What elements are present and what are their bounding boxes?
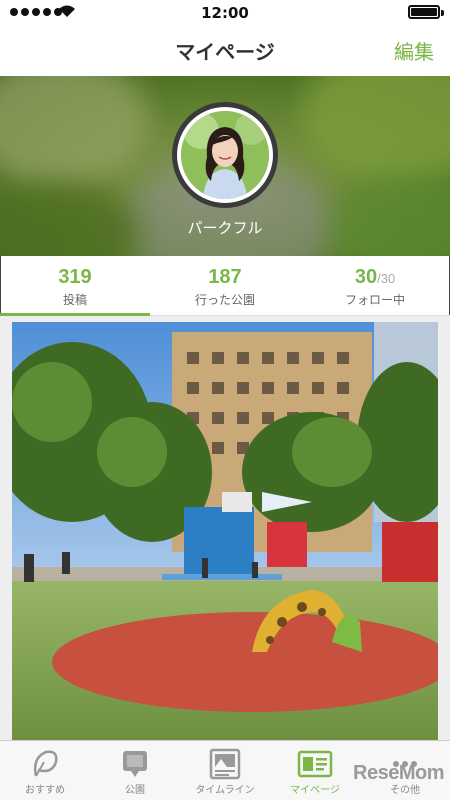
stat-label: 行った公園: [194, 293, 255, 307]
speech-bubble-icon: [123, 751, 147, 777]
stats-bar: 319 投稿 187 行った公園 30/30 フォロー中: [0, 256, 450, 316]
status-time: 12:00: [201, 4, 249, 22]
nav-bar: マイページ 編集: [0, 24, 450, 76]
tab-label: タイムライン: [195, 785, 255, 796]
stat-following[interactable]: 30/30 フォロー中: [300, 256, 450, 315]
avatar[interactable]: [172, 102, 278, 208]
edit-button[interactable]: 編集: [394, 36, 434, 65]
stat-value: 187: [208, 266, 242, 288]
stat-suffix: /30: [377, 271, 396, 286]
profile-header: パークフル: [0, 76, 450, 256]
post-photo[interactable]: [12, 322, 438, 740]
tab-mypage[interactable]: マイページ: [270, 741, 360, 800]
page-title: マイページ: [175, 40, 275, 64]
watermark-text: ReseMom: [353, 762, 444, 784]
stat-posts[interactable]: 319 投稿: [0, 256, 150, 316]
profile-card-icon: [297, 750, 333, 778]
post-feed: [0, 316, 450, 740]
tab-label: おすすめ: [25, 785, 65, 796]
stat-label: 投稿: [62, 293, 87, 307]
avatar-photo: [181, 111, 269, 199]
tab-recommend[interactable]: おすすめ: [0, 741, 90, 800]
watermark: ReseMom: [353, 762, 444, 785]
photo-icon: [209, 748, 241, 780]
stat-value: 30: [354, 266, 378, 288]
status-bar: 12:00: [0, 0, 450, 24]
tab-label: マイページ: [290, 785, 340, 796]
leaf-icon: [33, 750, 58, 777]
username: パークフル: [187, 219, 263, 237]
battery-icon: [408, 5, 440, 19]
stat-visited-parks[interactable]: 187 行った公園: [150, 256, 300, 315]
tab-parks[interactable]: 公園: [90, 741, 180, 800]
tab-label: 公園: [125, 785, 145, 796]
stat-label: フォロー中: [344, 293, 405, 307]
tab-timeline[interactable]: タイムライン: [180, 741, 270, 800]
stat-value: 319: [58, 266, 92, 288]
battery-tip: [441, 10, 444, 16]
